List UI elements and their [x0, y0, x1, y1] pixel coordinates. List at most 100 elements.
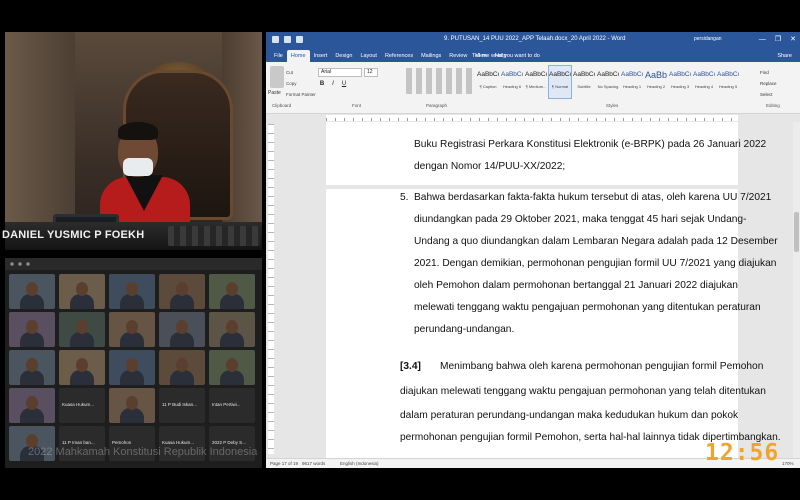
style-preview: AaBbCc: [501, 71, 523, 78]
user-name[interactable]: persidangan: [694, 36, 722, 42]
doc-line: dengan Nomor 14/PUU-XX/2022;: [414, 161, 566, 172]
paragraph-controls[interactable]: [406, 68, 476, 94]
copy-button[interactable]: Copy: [286, 78, 316, 89]
tab-references[interactable]: References: [381, 50, 417, 62]
share-button[interactable]: Share: [777, 53, 792, 59]
participant-tile[interactable]: [109, 350, 155, 385]
participant-tile[interactable]: [9, 312, 55, 347]
tab-review[interactable]: Review: [445, 50, 471, 62]
style-name: ¶ Caption: [479, 84, 497, 89]
participant-head: [226, 282, 238, 296]
style-tile[interactable]: AaBbCcDc ¶ Caption: [476, 65, 500, 99]
style-preview: AaBbCcl: [693, 71, 715, 78]
participant-tile[interactable]: [9, 350, 55, 385]
participant-tile[interactable]: [109, 274, 155, 309]
bold-button[interactable]: B: [318, 81, 326, 87]
tab-insert[interactable]: Insert: [310, 50, 332, 62]
participant-name: Pemohon: [112, 440, 132, 445]
participant-body: [120, 408, 144, 423]
tell-me-box[interactable]: Tell me what you want to do: [472, 53, 540, 59]
participant-body: [70, 370, 94, 385]
style-preview: AaBbCcDc: [477, 71, 499, 78]
tab-home[interactable]: Home: [286, 50, 310, 62]
italic-button[interactable]: I: [329, 81, 337, 87]
participant-body: [20, 370, 44, 385]
participant-tile[interactable]: [159, 350, 205, 385]
close-button[interactable]: ✕: [790, 35, 796, 44]
style-preview: AaBbCc: [621, 71, 643, 78]
font-size-select[interactable]: 12: [364, 68, 378, 77]
participant-tile[interactable]: [209, 274, 255, 309]
cut-button[interactable]: Cut: [286, 67, 316, 78]
redo-icon[interactable]: [296, 36, 303, 43]
participant-tile[interactable]: [109, 312, 155, 347]
participant-head: [76, 358, 88, 372]
participant-tile[interactable]: Intan Pertiwi...: [209, 388, 255, 423]
tab-file[interactable]: File: [270, 50, 287, 62]
page-count[interactable]: Page 17 of 19: [270, 461, 298, 466]
participant-tile[interactable]: [209, 350, 255, 385]
participant-tile[interactable]: [59, 274, 105, 309]
grid-menu-icon[interactable]: [8, 262, 32, 266]
language-indicator[interactable]: English (Indonesia): [340, 461, 379, 466]
paste-button-label[interactable]: Paste: [268, 90, 281, 96]
tab-design[interactable]: Design: [331, 50, 356, 62]
paste-icon[interactable]: [270, 66, 284, 88]
scrollbar-thumb[interactable]: [794, 212, 799, 252]
underline-button[interactable]: U: [340, 81, 348, 87]
ribbon-tabs: File Home Insert Design Layout References Mail…: [266, 48, 800, 62]
participant-tile[interactable]: [59, 350, 105, 385]
participant-tile[interactable]: [209, 312, 255, 347]
participant-head: [126, 396, 138, 410]
zoom-level[interactable]: 170%: [782, 461, 794, 466]
restore-button[interactable]: ❐: [775, 35, 781, 44]
vertical-ruler: [268, 124, 274, 454]
styles-gallery: AaBbCcDc¶ CaptionAaBbCcHeading 6AaBbCcDd…: [476, 65, 740, 99]
participant-head: [176, 320, 188, 334]
participant-tile[interactable]: Kuasa Hukum...: [59, 388, 105, 423]
participant-tile[interactable]: [9, 274, 55, 309]
horizontal-ruler[interactable]: [326, 115, 738, 121]
participant-head: [126, 282, 138, 296]
minimize-button[interactable]: —: [759, 35, 766, 44]
style-tile[interactable]: AaBbCcDd ¶ Medium...: [524, 65, 548, 99]
font-name-select[interactable]: Arial: [318, 68, 362, 77]
style-name: Heading 5: [718, 84, 738, 89]
doc-line: dalam peraturan perundang-undangan maka …: [400, 410, 739, 421]
style-tile[interactable]: AaBbCcDd No Spacing: [596, 65, 620, 99]
participant-body: [20, 332, 44, 347]
list-number: 5.: [400, 192, 409, 203]
style-name: ¶ Medium...: [525, 84, 547, 89]
tab-layout[interactable]: Layout: [356, 50, 381, 62]
style-tile[interactable]: AaBbCcDd ¶ Normal: [548, 65, 572, 99]
participant-tile[interactable]: 11 P Budi Iskan...: [159, 388, 205, 423]
participant-tile[interactable]: [9, 388, 55, 423]
tab-mailings[interactable]: Mailings: [417, 50, 445, 62]
style-name: Heading 2: [646, 84, 666, 89]
style-preview: AaBbCcDd: [525, 71, 547, 78]
format-painter-button[interactable]: Format Painter: [286, 89, 316, 100]
style-tile[interactable]: AaBbCcI Subtitle: [572, 65, 596, 99]
participant-tile[interactable]: [159, 274, 205, 309]
select-button[interactable]: Select: [760, 89, 777, 100]
participant-tile[interactable]: [159, 312, 205, 347]
participant-body: [120, 370, 144, 385]
participant-tile[interactable]: [59, 312, 105, 347]
word-count[interactable]: 9617 words: [302, 461, 325, 466]
style-tile[interactable]: AaBbCc Heading 1: [620, 65, 644, 99]
participant-head: [26, 396, 38, 410]
style-tile[interactable]: AaBbCcl Heading 4: [692, 65, 716, 99]
replace-button[interactable]: Replace: [760, 78, 777, 89]
vertical-scrollbar[interactable]: [793, 122, 800, 458]
style-tile[interactable]: AaBbCcl Heading 3: [668, 65, 692, 99]
participant-tile[interactable]: [109, 388, 155, 423]
find-button[interactable]: Find: [760, 67, 777, 78]
undo-icon[interactable]: [284, 36, 291, 43]
doc-line: Buku Registrasi Perkara Konstitusi Elekt…: [414, 139, 767, 150]
style-tile[interactable]: AaBb Heading 2: [644, 65, 668, 99]
style-tile[interactable]: AaBbCcl Heading 5: [716, 65, 740, 99]
style-tile[interactable]: AaBbCc Heading 6: [500, 65, 524, 99]
watermark: 2022 Mahkamah Konstitusi Republik Indone…: [28, 446, 258, 458]
save-icon[interactable]: [272, 36, 279, 43]
ribbon-home: Paste Cut Copy Format Painter Arial 12 B…: [266, 62, 800, 114]
